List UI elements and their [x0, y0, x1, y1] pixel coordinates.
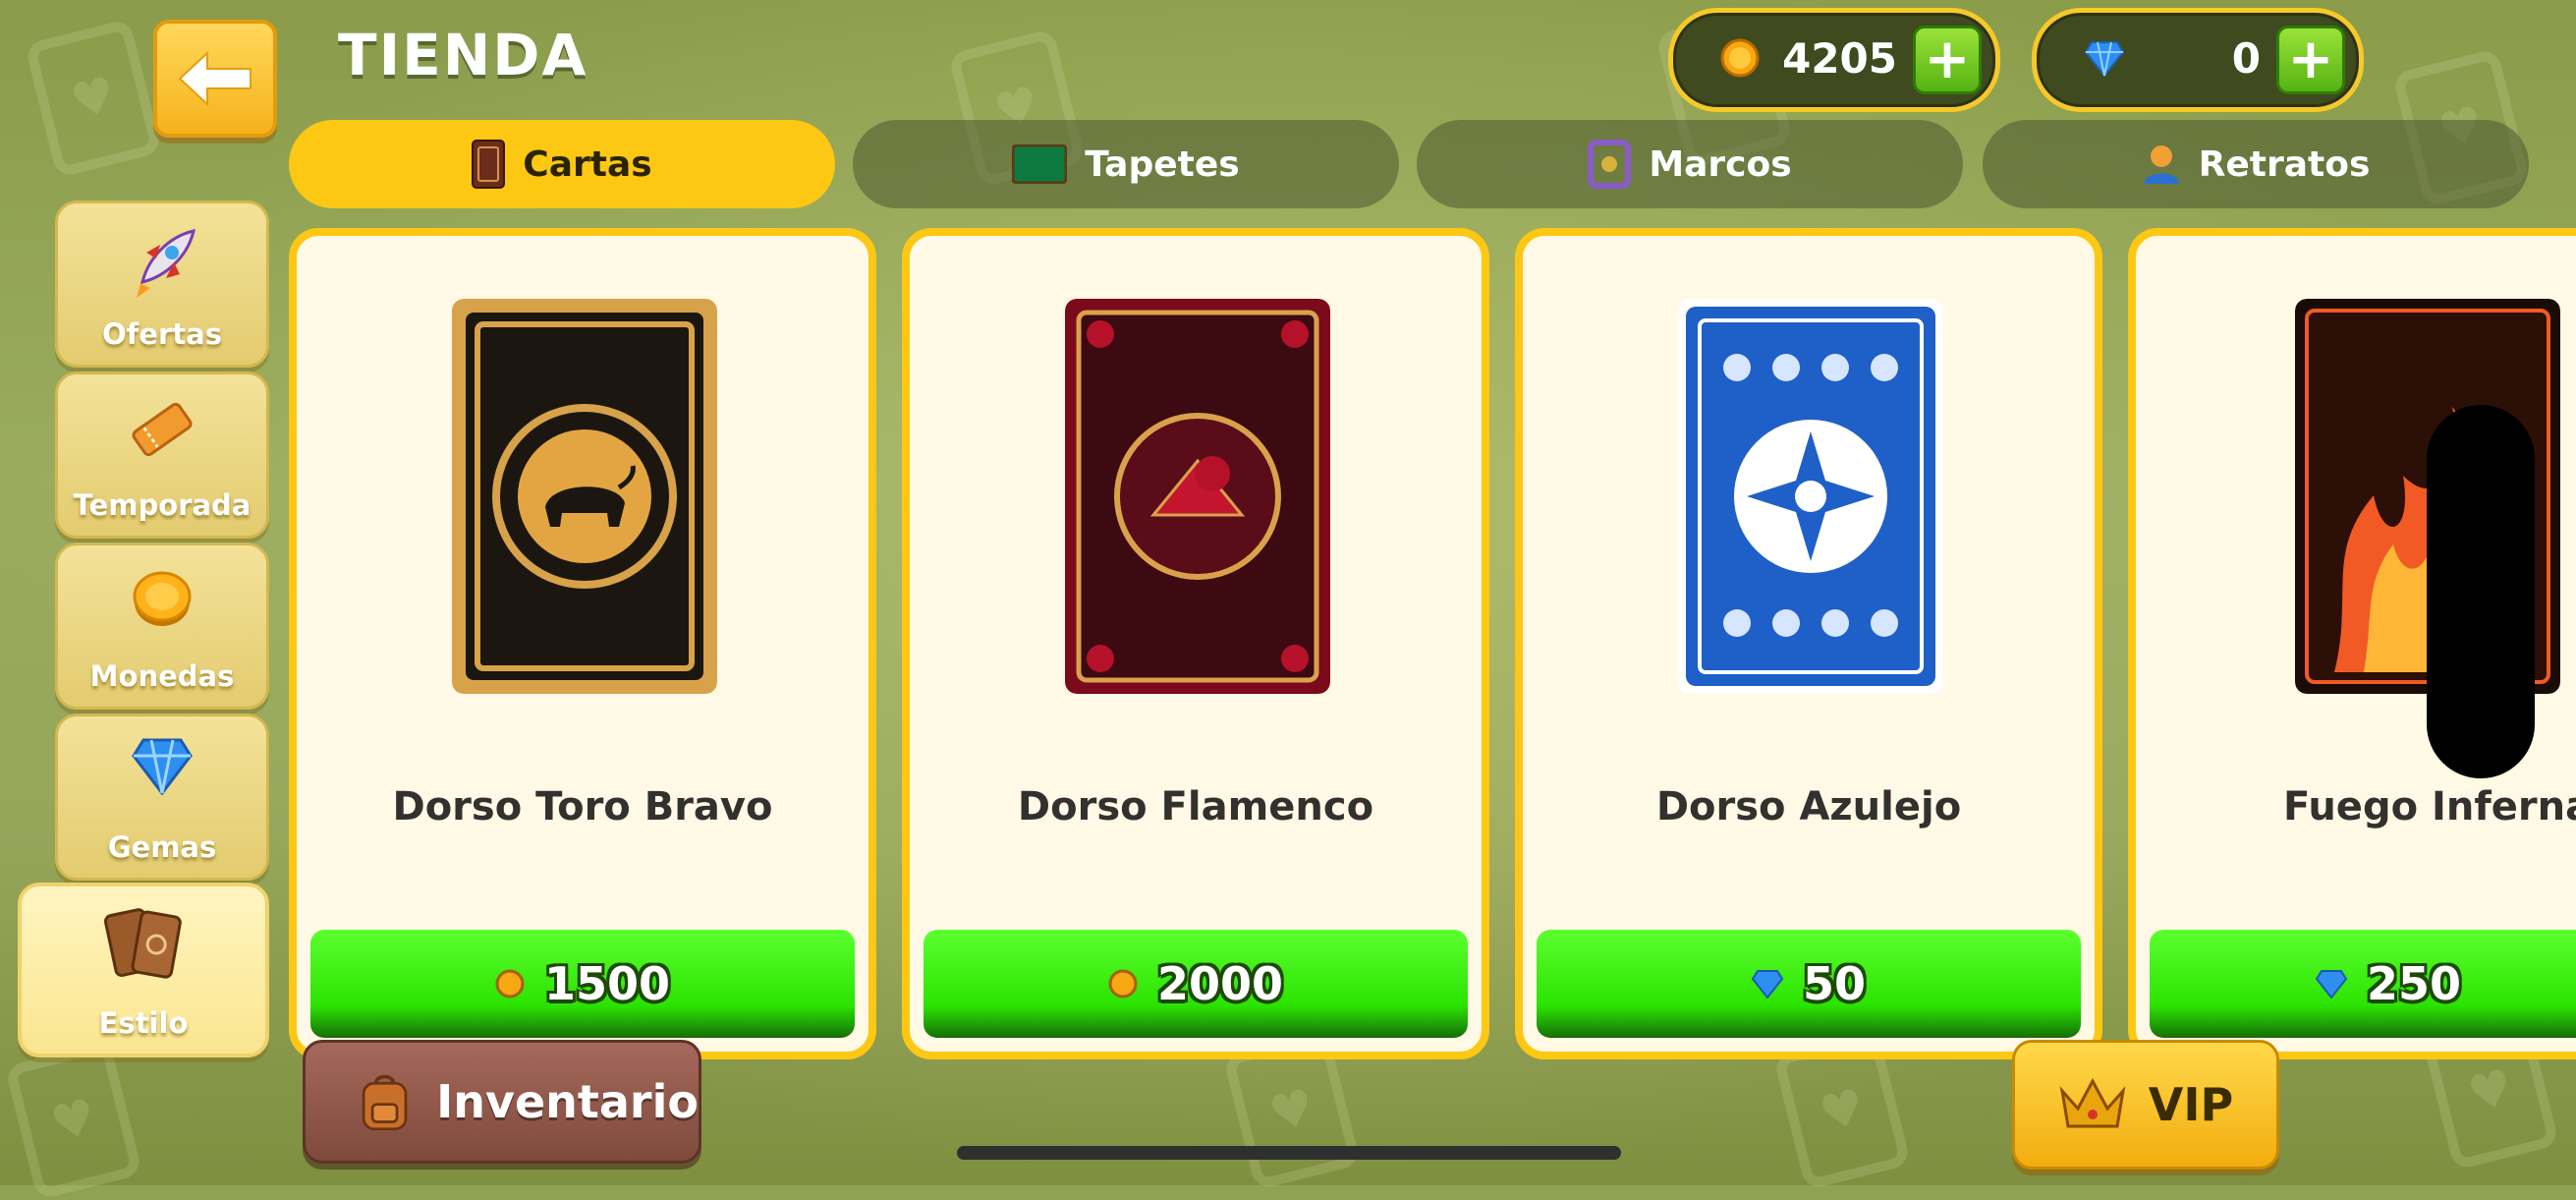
- coin-count: 4205: [1782, 34, 1897, 83]
- coin-balance: 4205 +: [1668, 8, 2000, 112]
- gem-icon: [132, 738, 193, 796]
- back-button[interactable]: [153, 20, 277, 138]
- item-name: Dorso Flamenco: [1017, 784, 1374, 829]
- plus-icon: +: [1924, 28, 1971, 91]
- background-card-pattern: [24, 18, 163, 179]
- tab-retratos[interactable]: Retratos: [1983, 120, 2529, 208]
- card-back-image: [1678, 299, 1943, 694]
- inventory-label: Inventario: [436, 1075, 699, 1128]
- card-back-icon: [472, 140, 506, 189]
- tab-tapetes[interactable]: Tapetes: [853, 120, 1399, 208]
- gem-icon: [1751, 970, 1783, 999]
- gem-balance: 0 +: [2032, 8, 2364, 112]
- item-name: Dorso Toro Bravo: [392, 784, 773, 829]
- plus-icon: +: [2287, 28, 2334, 91]
- sidebar-item-gemas[interactable]: Gemas: [55, 714, 269, 881]
- tab-marcos[interactable]: Marcos: [1417, 120, 1963, 208]
- sidebar-item-label: Ofertas: [102, 317, 222, 351]
- item-name: Dorso Azulejo: [1655, 784, 1962, 829]
- arrow-left-icon: [178, 50, 252, 107]
- backpack-icon: [362, 1074, 408, 1131]
- sidebar-item-label: Gemas: [107, 830, 217, 864]
- portrait-icon: [2143, 145, 2179, 184]
- frame-icon: [1588, 140, 1632, 189]
- tab-label: Retratos: [2198, 143, 2371, 185]
- coin-icon: [133, 571, 192, 626]
- gem-icon: [2315, 970, 2347, 999]
- gem-count: 0: [2231, 34, 2261, 83]
- ticket-icon: [132, 402, 193, 457]
- cards-icon: [103, 908, 182, 979]
- shop-item-card[interactable]: Dorso Azulejo 50: [1515, 228, 2102, 1059]
- shop-item-card[interactable]: Dorso Toro Bravo 1500: [289, 228, 876, 1059]
- coin-icon: [495, 969, 525, 999]
- sidebar-item-label: Temporada: [73, 488, 252, 522]
- rocket-icon: [137, 228, 196, 298]
- sidebar-item-estilo[interactable]: Estilo: [18, 883, 269, 1057]
- add-coins-button[interactable]: +: [1913, 26, 1982, 94]
- page-title: TIENDA: [338, 22, 588, 88]
- tab-label: Cartas: [523, 143, 652, 185]
- sidebar-item-ofertas[interactable]: Ofertas: [55, 200, 269, 368]
- sidebar-item-label: Monedas: [89, 659, 235, 693]
- buy-button[interactable]: 250: [2150, 930, 2576, 1038]
- tab-label: Tapetes: [1085, 143, 1240, 185]
- sidebar-item-label: Estilo: [98, 1006, 189, 1040]
- buy-button[interactable]: 1500: [310, 930, 855, 1038]
- coin-icon: [1108, 969, 1138, 999]
- home-indicator[interactable]: [957, 1146, 1621, 1160]
- sidebar-item-temporada[interactable]: Temporada: [55, 371, 269, 539]
- vip-label: VIP: [2148, 1078, 2234, 1131]
- tab-cartas[interactable]: Cartas: [289, 120, 835, 208]
- item-price: 250: [2366, 957, 2462, 1010]
- gem-icon: [2084, 41, 2125, 78]
- tab-label: Marcos: [1649, 143, 1792, 185]
- add-gems-button[interactable]: +: [2276, 26, 2345, 94]
- buy-button[interactable]: 2000: [924, 930, 1468, 1038]
- item-price: 1500: [543, 957, 671, 1010]
- mat-icon: [1012, 144, 1068, 184]
- inventory-button[interactable]: Inventario: [303, 1040, 701, 1164]
- buy-button[interactable]: 50: [1537, 930, 2081, 1038]
- sidebar-item-monedas[interactable]: Monedas: [55, 543, 269, 710]
- card-back-image: [452, 299, 717, 694]
- coin-icon: [1720, 38, 1760, 78]
- item-price: 2000: [1156, 957, 1284, 1010]
- background-card-pattern: [4, 1040, 143, 1200]
- card-back-image: [1065, 299, 1330, 694]
- item-name: Fuego Infernal: [2283, 784, 2576, 829]
- crown-icon: [2059, 1077, 2126, 1128]
- shop-item-card[interactable]: Dorso Flamenco 2000: [902, 228, 1489, 1059]
- item-price: 50: [1802, 957, 1866, 1010]
- redacted-overlay: [2427, 405, 2535, 778]
- vip-button[interactable]: VIP: [2012, 1040, 2279, 1170]
